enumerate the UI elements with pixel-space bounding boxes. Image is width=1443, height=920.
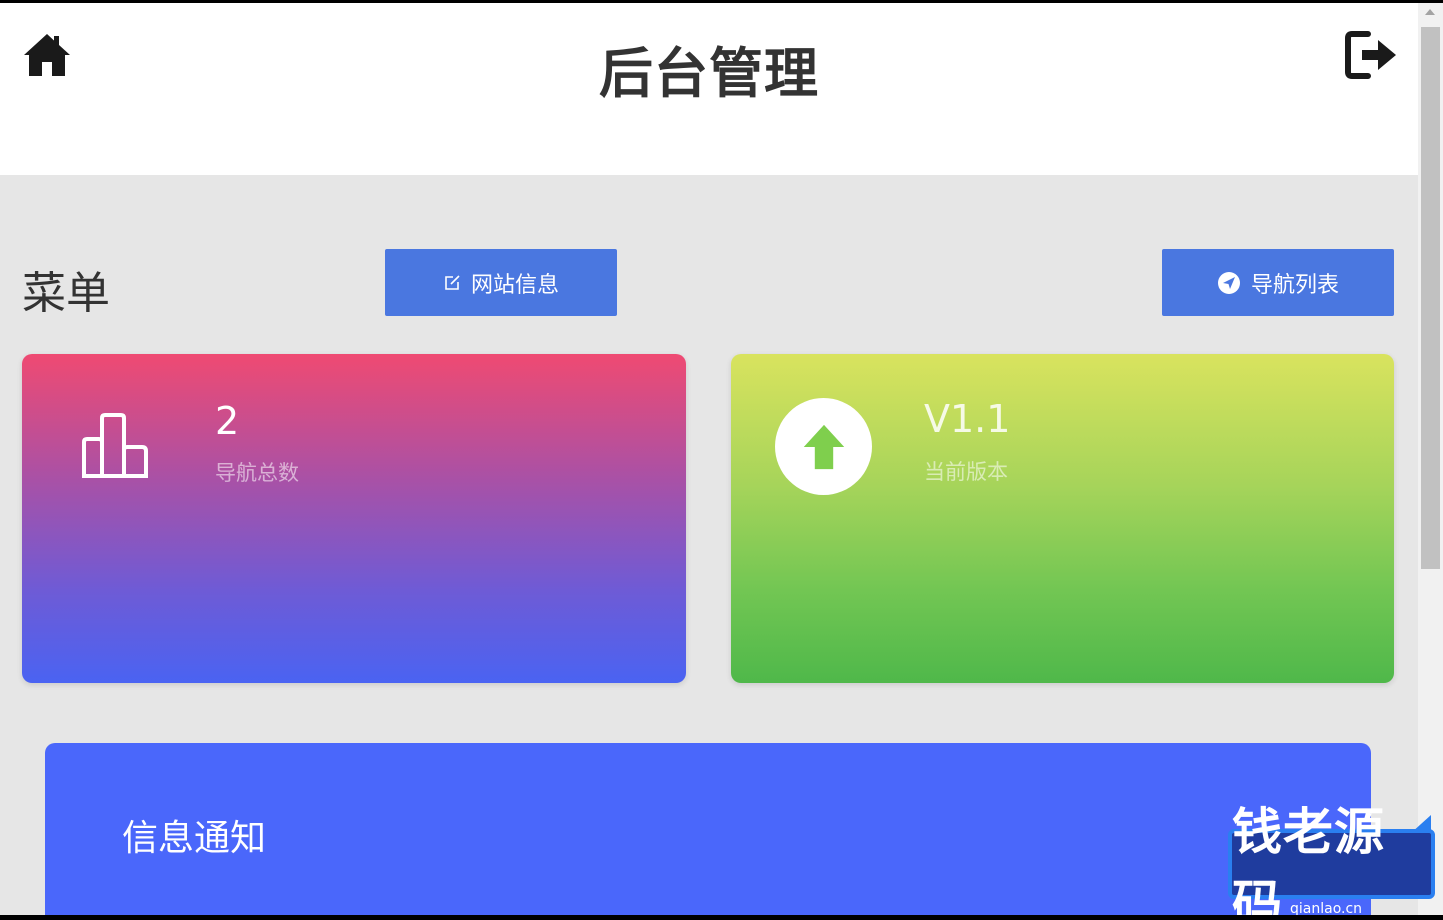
watermark-domain: qianlao.cn — [1290, 901, 1363, 915]
nav-total-label: 导航总数 — [215, 461, 299, 485]
logout-icon — [1345, 31, 1396, 79]
home-button[interactable] — [22, 31, 72, 79]
watermark-logo: 钱老源码 qianlao.cn — [1218, 803, 1443, 915]
site-info-label: 网站信息 — [470, 272, 559, 298]
menu-label: 菜单 — [22, 268, 110, 319]
home-icon — [24, 34, 70, 76]
header: 后台管理 — [0, 3, 1418, 175]
watermark-text: 钱老源码 — [1232, 803, 1385, 915]
scroll-thumb[interactable] — [1421, 27, 1440, 569]
nav-list-label: 导航列表 — [1250, 272, 1339, 298]
watermark-box: 钱老源码 — [1228, 803, 1435, 915]
stat-card-nav-total: 2 导航总数 — [22, 354, 686, 683]
edit-icon — [445, 274, 460, 290]
notice-panel: 信息通知 — [45, 743, 1371, 915]
admin-page: 后台管理 菜单 网站信息 导航列表 2 导航总数 V1.1 当前版本 信息通知 — [0, 3, 1418, 915]
nav-total-value: 2 — [215, 399, 240, 443]
version-value: V1.1 — [924, 397, 1011, 441]
vertical-scrollbar[interactable] — [1418, 3, 1443, 915]
up-arrow-circle — [775, 398, 872, 495]
browser-viewport: 后台管理 菜单 网站信息 导航列表 2 导航总数 V1.1 当前版本 信息通知 … — [0, 3, 1443, 915]
notice-title: 信息通知 — [122, 818, 267, 859]
site-info-button[interactable]: 网站信息 — [385, 249, 617, 316]
stat-card-version: V1.1 当前版本 — [731, 354, 1394, 683]
up-arrow-icon — [803, 424, 844, 469]
nav-list-button[interactable]: 导航列表 — [1162, 249, 1394, 316]
navigation-arrow-icon — [1217, 271, 1240, 294]
page-title: 后台管理 — [599, 42, 819, 105]
scroll-up-arrow-icon[interactable] — [1425, 9, 1435, 15]
bar-chart-icon — [82, 413, 148, 478]
logout-button[interactable] — [1344, 28, 1398, 82]
version-label: 当前版本 — [924, 460, 1008, 484]
